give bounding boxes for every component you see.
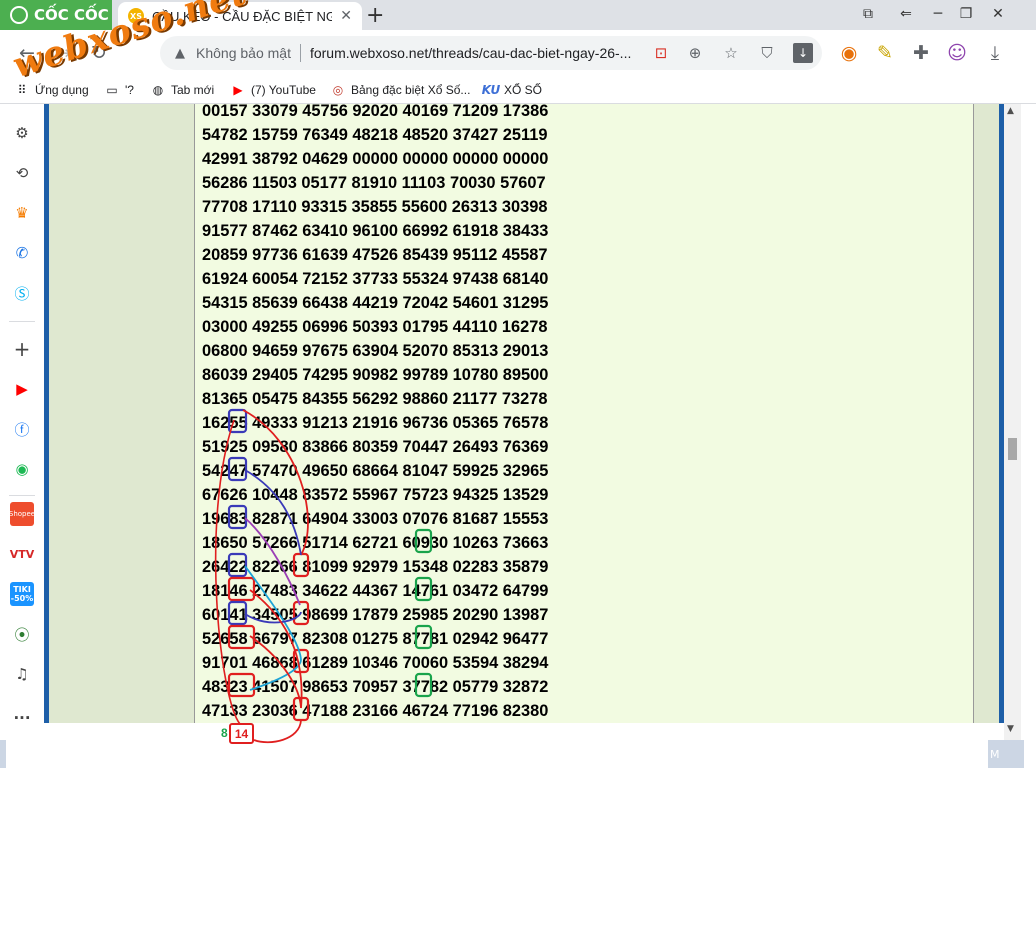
sidebar-divider (9, 495, 35, 496)
result-row: 54247 57470 49650 68664 81047 59925 3296… (202, 462, 549, 480)
bookmark-label: (7) YouTube (251, 83, 316, 97)
bookmark-label: Ứng dụng (35, 83, 89, 97)
result-row: 61924 60054 72152 37733 55324 97438 6814… (202, 270, 549, 288)
bookmark-folder[interactable]: ▭ '? (104, 80, 134, 100)
result-row: 48323 41507 98653 70957 37782 05779 3287… (202, 678, 549, 696)
taskbar-edge-left (0, 740, 6, 768)
facebook-icon[interactable]: ⓕ (10, 417, 34, 441)
download-page-icon[interactable]: ↓ (793, 43, 813, 63)
youtube-sidebar-icon[interactable]: ▶ (10, 377, 34, 401)
result-red-number: 14 (229, 723, 254, 744)
screenshot-icon[interactable]: ⧉ (857, 5, 879, 23)
new-tab-button[interactable]: + (366, 3, 384, 28)
zoom-icon[interactable]: ⊕ (685, 43, 705, 63)
scrollbar-thumb[interactable] (1008, 438, 1017, 460)
result-row: 26422 82266 81099 92979 15348 02283 3587… (202, 558, 549, 576)
spotify-icon[interactable]: ◉ (10, 457, 34, 481)
result-row: 86039 29405 74295 90982 99789 10780 8950… (202, 366, 549, 384)
result-row: 52658 66797 82308 01275 87781 02942 9647… (202, 630, 549, 648)
result-row: 42991 38792 04629 00000 00000 00000 0000… (202, 150, 549, 168)
result-row: 47133 23036 47188 23166 46724 77196 8238… (202, 702, 549, 720)
sidebar: ⚙ ⟲ ♛ ✆ Ⓢ + ▶ ⓕ ◉ Shopee VTV TIKI -50% ⦿… (0, 104, 44, 724)
notification-bell-icon[interactable]: ♫ (10, 662, 34, 686)
page-bottom-area (0, 723, 990, 768)
minimize-icon[interactable]: ─ (927, 5, 949, 23)
vertical-scrollbar[interactable]: ▲ ▼ (1004, 104, 1021, 740)
extensions-puzzle-icon[interactable]: ✚ (908, 40, 934, 66)
ku-icon: KU (481, 83, 501, 97)
bookmark-label: XỔ SỐ (504, 83, 543, 97)
crown-icon[interactable]: ♛ (10, 201, 34, 225)
bookmark-label: '? (125, 83, 134, 97)
block-popup-icon[interactable]: ⊡ (651, 43, 671, 63)
post-right-column (974, 104, 999, 723)
messenger-icon[interactable]: ✆ (10, 241, 34, 265)
page-content: 00157 33079 45756 92020 40169 71209 1738… (44, 104, 1004, 723)
result-row: 54315 85639 66438 44219 72042 54601 3129… (202, 294, 549, 312)
url-text[interactable]: forum.webxoso.net/threads/cau-dac-biet-n… (310, 45, 640, 61)
lottery-results-table: 00157 33079 45756 92020 40169 71209 1738… (202, 104, 548, 723)
tab-close-icon[interactable]: ✕ (340, 8, 352, 24)
bookmark-xoso[interactable]: KU XỔ SỐ (481, 80, 543, 100)
coccoc-extension-icon[interactable]: ◉ (836, 40, 862, 66)
downloads-icon[interactable]: ⤓ (982, 40, 1008, 66)
result-row: 03000 49255 06996 50393 01795 44110 1627… (202, 318, 548, 336)
taskbar-edge-right: M (988, 740, 1024, 768)
map-pin-icon[interactable]: ⦿ (10, 622, 34, 646)
bookmark-label: Tab mới (171, 83, 215, 97)
close-icon[interactable]: ✕ (987, 5, 1009, 23)
result-row: 91577 87462 63410 96100 66992 61918 3843… (202, 222, 549, 240)
result-row: 19683 82871 64904 33003 07076 81687 1555… (202, 510, 549, 528)
coccoc-logo-icon (10, 6, 28, 24)
xoso-icon: ◎ (332, 83, 344, 97)
scroll-down-arrow-icon[interactable]: ▼ (1007, 724, 1014, 734)
bookmark-new-tab[interactable]: ◍ Tab mới (150, 80, 214, 100)
back-arrow-icon[interactable]: ⇐ (895, 5, 917, 23)
bookmark-xoso-table[interactable]: ◎ Bảng đặc biệt Xổ Số... (330, 80, 471, 100)
result-row: 91701 46868 61289 10346 70060 53594 3829… (202, 654, 549, 672)
result-row: 56286 11503 05177 81910 11103 70030 5760… (202, 174, 546, 192)
result-row: 81365 05475 84355 56292 98860 21177 7327… (202, 390, 548, 408)
bookmark-label: Bảng đặc biệt Xổ Số... (351, 83, 471, 97)
result-row: 20859 97736 61639 47526 85439 95112 4558… (202, 246, 548, 264)
pencil-icon[interactable]: ✎ (872, 40, 898, 66)
restore-icon[interactable]: ❐ (955, 5, 977, 23)
browser-window: CỐC CỐC XS CẦU KÈO - CẦU ĐẶC BIỆT NGÀY ✕… (0, 0, 1036, 952)
post-user-column (49, 104, 194, 723)
result-row: 60141 34505 98699 17879 25985 20290 1398… (202, 606, 549, 624)
settings-gear-icon[interactable]: ⚙ (10, 121, 34, 145)
result-row: 00157 33079 45756 92020 40169 71209 1738… (202, 104, 549, 120)
add-sidebar-app-icon[interactable]: + (10, 337, 34, 361)
result-row: 16255 49333 91213 21916 96736 05365 7657… (202, 414, 549, 432)
bookmarks-bar: ⠿ Ứng dụng ▭ '? ◍ Tab mới ▶ (7) YouTube … (0, 76, 1036, 104)
history-icon[interactable]: ⟲ (10, 161, 34, 185)
bookmark-youtube[interactable]: ▶ (7) YouTube (230, 80, 316, 100)
bookmark-star-icon[interactable]: ☆ (721, 43, 741, 63)
warning-icon[interactable]: ▲ (172, 45, 188, 61)
result-row: 18650 57266 51714 62721 60930 10263 7366… (202, 534, 549, 552)
sidebar-divider (9, 321, 35, 322)
skype-icon[interactable]: Ⓢ (10, 281, 34, 305)
vtv-go-icon[interactable]: VTV (10, 542, 35, 566)
youtube-icon: ▶ (233, 83, 243, 97)
profile-avatar-icon[interactable]: ☺ (944, 40, 970, 66)
result-row: 67626 10448 83572 55967 75723 94325 1352… (202, 486, 549, 504)
folder-icon: ▭ (106, 83, 118, 97)
globe-icon: ◍ (152, 83, 164, 97)
scroll-up-arrow-icon[interactable]: ▲ (1007, 106, 1014, 116)
url-divider (299, 44, 301, 62)
security-label[interactable]: Không bảo mật (196, 45, 291, 61)
result-row: 54782 15759 76349 48218 48520 37427 2511… (202, 126, 548, 144)
address-bar[interactable]: ▲ Không bảo mật forum.webxoso.net/thread… (160, 36, 822, 70)
result-row: 77708 17110 93315 35855 55600 26313 3039… (202, 198, 548, 216)
result-row: 06800 94659 97675 63904 52070 85313 2901… (202, 342, 549, 360)
result-row: 18146 27483 34622 44367 14761 03472 6479… (202, 582, 549, 600)
result-green-digit: 8 (221, 726, 228, 740)
shopee-icon[interactable]: Shopee (9, 502, 35, 526)
result-row: 51925 09580 83866 80359 70447 26493 7636… (202, 438, 549, 456)
shield-icon[interactable]: ⛉ (757, 43, 777, 63)
tiki-icon[interactable]: TIKI -50% (10, 582, 34, 606)
